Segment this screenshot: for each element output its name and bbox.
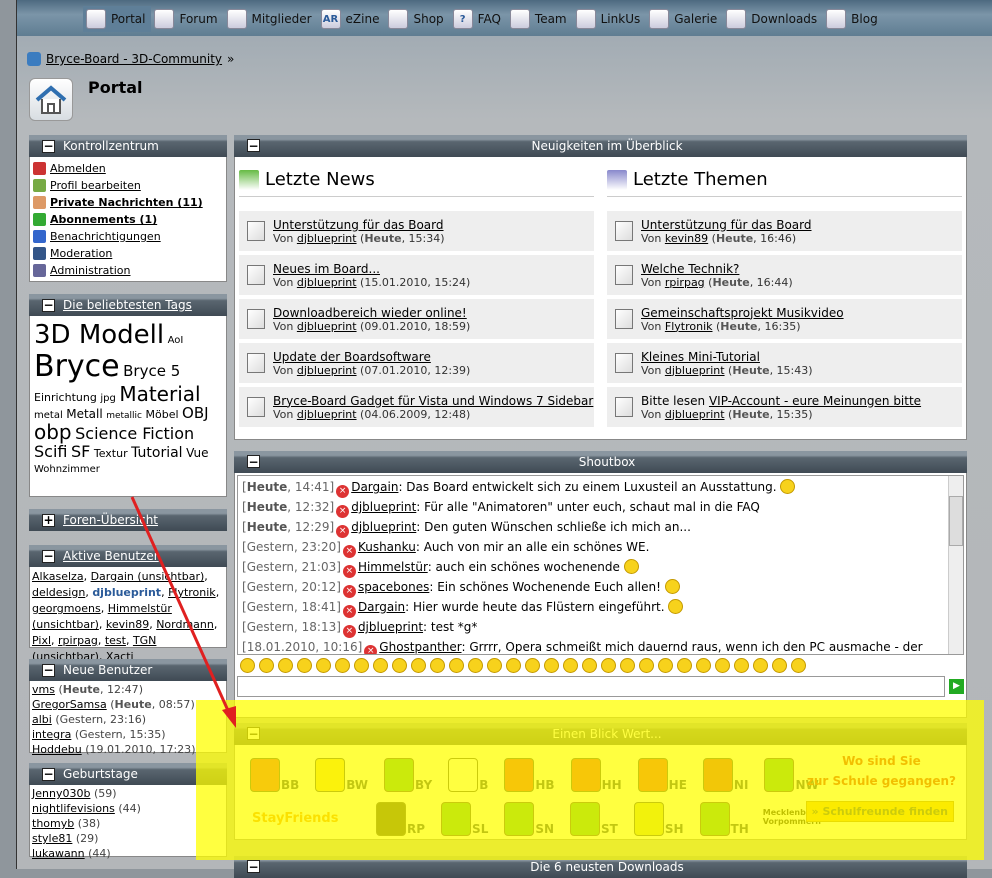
annotation-arrow xyxy=(130,496,236,728)
